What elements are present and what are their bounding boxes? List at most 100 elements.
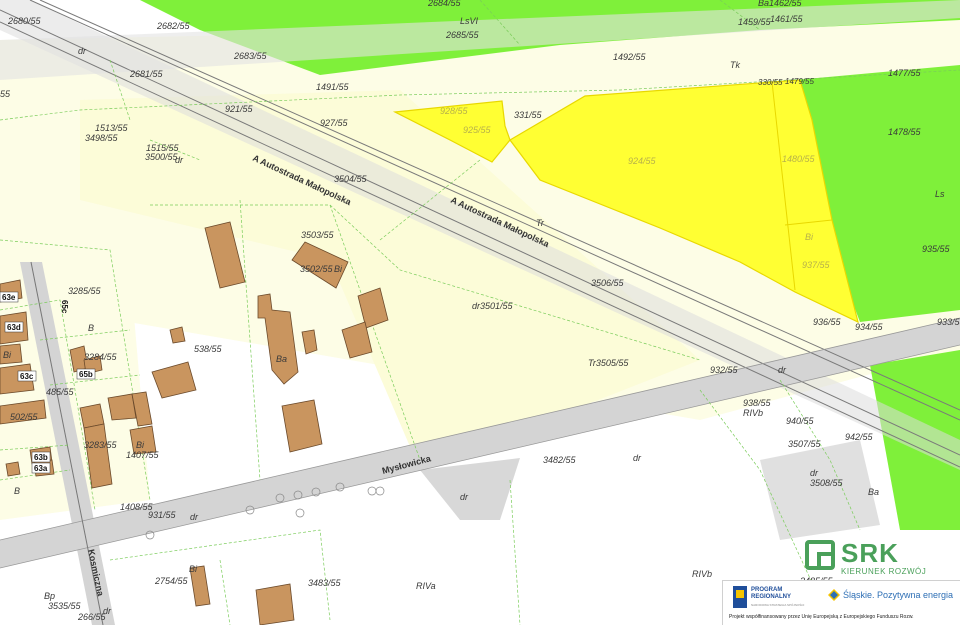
parcel-label: 3508/55: [810, 478, 844, 488]
house-number: 63e: [2, 293, 16, 302]
parcel-label: 1491/55: [316, 82, 350, 92]
parcel-label: 3483/55: [308, 578, 342, 588]
parcel-label: 937/55: [802, 260, 831, 270]
parcel-label: 1479/55: [785, 77, 814, 86]
parcel-label: 3500/55: [145, 152, 179, 162]
parcel-label: 3482/55: [543, 455, 577, 465]
parcel-label: 936/55: [813, 317, 842, 327]
parcel-label: 1478/55: [888, 127, 922, 137]
parcel-label: 485/55: [46, 387, 75, 397]
parcel-label: dr: [190, 512, 199, 522]
parcel-label: 55: [0, 89, 11, 99]
parcel-label: Ba: [276, 354, 287, 364]
building: [255, 583, 295, 625]
building: [107, 393, 137, 421]
parcel-label: Ls: [935, 189, 945, 199]
parcel-label: 2754/55: [154, 576, 189, 586]
parcel-label: 3507/55: [788, 439, 822, 449]
program-regionalny-logo-icon: [733, 586, 747, 608]
parcel-label: 1459/55: [738, 17, 772, 27]
parcel-label: 921/55: [225, 104, 254, 114]
parcel-label: 3535/55: [48, 601, 82, 611]
slaskie-logo-icon: [828, 589, 840, 601]
parcel-label: 2680/55: [7, 16, 42, 26]
parcel-label: 2685/55: [445, 30, 480, 40]
parcel-label: dr: [778, 365, 787, 375]
parcel-label: Bp: [44, 591, 55, 601]
parcel-label: Tr3505/55: [588, 358, 629, 368]
house-number: 63a: [34, 464, 48, 473]
parcel-label: 1492/55: [613, 52, 647, 62]
program-subtitle: NARODOWA STRATEGIA SPÓJNOŚCI: [751, 603, 805, 607]
srk-logo-mark: [805, 540, 835, 570]
parcel-label: 933/55: [937, 317, 960, 327]
slaskie-slogan: Śląskie. Pozytywna energia: [843, 590, 954, 600]
parcel-label: 3502/55: [300, 264, 334, 274]
parcel-label: 931/55: [148, 510, 177, 520]
parcel-label: 927/55: [320, 118, 349, 128]
parcel-label: 3283/55: [84, 440, 118, 450]
parcel-label: Bi: [136, 440, 145, 450]
parcel-label: 2684/55: [427, 0, 462, 8]
parcel-label: dr: [633, 453, 642, 463]
parcel-label: 330/55: [758, 78, 783, 87]
parcel-label: B: [88, 323, 94, 333]
parcel-label: dr: [460, 492, 469, 502]
srk-logo-text: SRK: [841, 538, 899, 568]
parcel-label: RIVa: [416, 581, 436, 591]
funding-footer: PROGRAM REGIONALNY NARODOWA STRATEGIA SP…: [722, 580, 960, 625]
parcel-label: 538/55: [194, 344, 223, 354]
building: [169, 326, 186, 344]
parcel-label: 924/55: [628, 156, 657, 166]
parcel-label: dr: [810, 468, 819, 478]
parcel-label: 1480/55: [782, 154, 816, 164]
parcel-label: Bi: [189, 564, 198, 574]
parcel-label: 1477/55: [888, 68, 922, 78]
srk-logo: SRK KIERUNEK ROZWÓJ: [805, 540, 935, 580]
parcel-label: Ba1462/55: [758, 0, 803, 8]
parcel-label: Bi: [3, 350, 12, 360]
parcel-label: 1513/55: [95, 123, 129, 133]
parcel-label: 928/55: [440, 106, 469, 116]
parcel-label: 2681/55: [129, 69, 164, 79]
parcel-label: 3503/55: [301, 230, 335, 240]
parcel-label: 925/55: [463, 125, 492, 135]
house-number: 63d: [7, 323, 21, 332]
parcel-label: 3504/55: [334, 174, 368, 184]
srk-logo-subtitle: KIERUNEK ROZWÓJ: [841, 567, 927, 576]
parcel-label: dr: [78, 46, 87, 56]
parcel-label: 331/55: [514, 110, 543, 120]
program-line-1: PROGRAM: [751, 587, 783, 593]
parcel-label: 3498/55: [85, 133, 119, 143]
parcel-label: 932/55: [710, 365, 739, 375]
parcel-label: 2683/55: [233, 51, 268, 61]
parcel-label: 942/55: [845, 432, 874, 442]
parcel-label: 935/55: [922, 244, 951, 254]
program-regionalny-label: PROGRAM REGIONALNY: [751, 587, 811, 601]
house-number: 65c: [60, 300, 69, 314]
building: [5, 461, 21, 477]
house-number: 63b: [34, 453, 48, 462]
parcel-label: dr: [103, 606, 112, 616]
parcel-label: 934/55: [855, 322, 884, 332]
parcel-label: Ba: [868, 487, 879, 497]
parcel-label: Tr: [536, 218, 545, 228]
parcel-label: 3284/55: [84, 352, 118, 362]
parcel-label: dr: [175, 155, 184, 165]
parcel-label: Bi: [805, 232, 814, 242]
parcel-label: 1461/55: [770, 14, 804, 24]
parcel-label: B: [14, 486, 20, 496]
funding-text: Projekt współfinansowany przez Unię Euro…: [729, 614, 914, 620]
parcel-label: dr3501/55: [472, 301, 514, 311]
parcel-label: RIVb: [692, 569, 712, 579]
house-number: 65b: [79, 370, 93, 379]
parcel-label: 2682/55: [156, 21, 191, 31]
parcel-label: 3506/55: [591, 278, 625, 288]
program-line-2: REGIONALNY: [751, 594, 792, 600]
parcel-label: Bi: [334, 264, 343, 274]
cadastral-map[interactable]: 63e 63d 63c 65b 63b 63a 65c A Autostrada…: [0, 0, 960, 625]
parcel-label: 940/55: [786, 416, 815, 426]
parcel-label: Tk: [730, 60, 740, 70]
house-number: 63c: [20, 372, 34, 381]
parcel-label: LsVI: [460, 16, 479, 26]
